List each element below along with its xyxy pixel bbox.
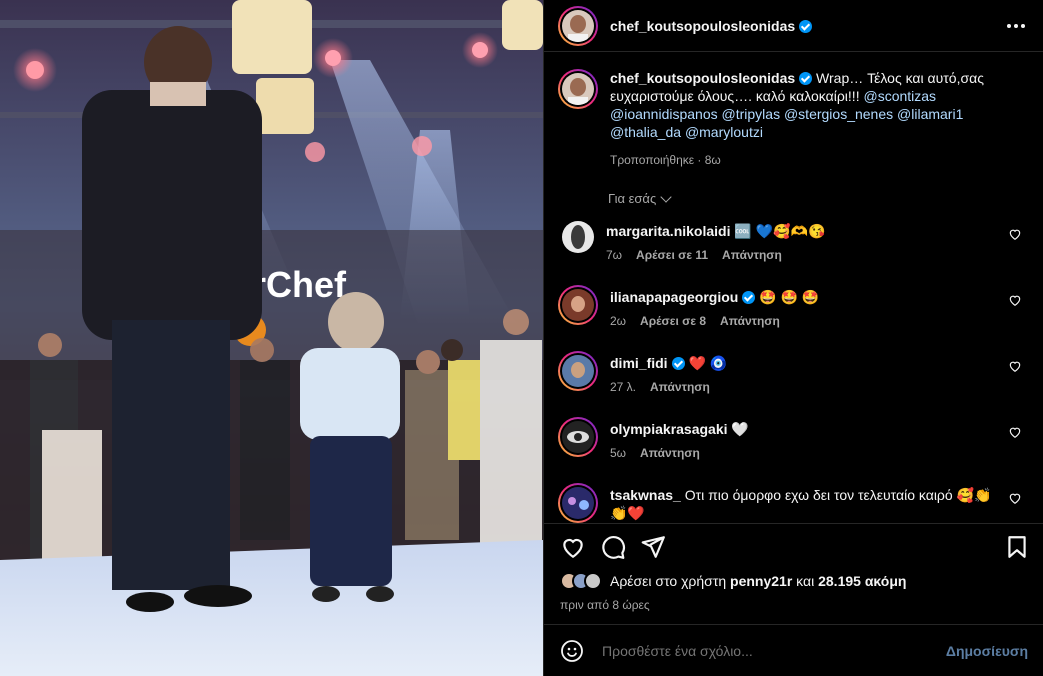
- edited-timestamp: Τροποποιήθηκε · 8ω: [610, 153, 721, 167]
- comment-text: ❤️ 🧿: [688, 355, 728, 371]
- like-heart-icon[interactable]: [560, 534, 586, 560]
- commenter-avatar[interactable]: [558, 351, 598, 391]
- comment-item: margarita.nikolaidi 🆒 💙🥰🫶😘 7ω Αρέσει σε 1…: [558, 219, 1038, 279]
- mention-link[interactable]: @scontizas: [863, 88, 936, 104]
- post-caption: chef_koutsopoulosleonidas Wrap… Τέλος κα…: [558, 69, 1028, 169]
- comment-bubble-icon[interactable]: [600, 534, 626, 560]
- reply-button[interactable]: Απάντηση: [722, 248, 782, 262]
- commenter-avatar[interactable]: [562, 221, 594, 253]
- comment-username[interactable]: dimi_fidi: [610, 355, 668, 371]
- comment-likes-link[interactable]: Αρέσει σε 8: [640, 314, 706, 328]
- post-time: πριν από 8 ώρες: [560, 598, 650, 612]
- comment-input[interactable]: [602, 642, 932, 659]
- author-username[interactable]: chef_koutsopoulosleonidas: [610, 18, 813, 34]
- post-actions-bar: [544, 523, 1043, 569]
- instagram-post-modal: erChef chef_koutsopoulosleonidas chef_ko…: [0, 0, 1043, 676]
- likes-prefix: Αρέσει στο χρήστη: [610, 573, 727, 589]
- post-photo: erChef: [0, 0, 543, 676]
- caption-author-avatar[interactable]: [558, 69, 598, 109]
- comment-body: dimi_fidi ❤️ 🧿 27 λ. Απάντηση: [610, 351, 1000, 411]
- comment-item: dimi_fidi ❤️ 🧿 27 λ. Απάντηση: [558, 351, 1038, 411]
- post-side-panel: chef_koutsopoulosleonidas chef_koutsopou…: [543, 0, 1043, 676]
- like-comment-heart-icon[interactable]: [1008, 425, 1022, 439]
- comment-body: olympiakrasagaki 🤍 5ω Απάντηση: [610, 417, 1000, 477]
- commenter-avatar-image: [562, 355, 594, 387]
- comments-scroll-area[interactable]: chef_koutsopoulosleonidas Wrap… Τέλος κα…: [544, 53, 1043, 523]
- comment-item: ilianapapageorgiou 🤩 🤩 🤩 2ω Αρέσει σε 8 Απ…: [558, 285, 1038, 345]
- reply-button[interactable]: Απάντηση: [720, 314, 780, 328]
- comment-text: 🤩 🤩 🤩: [759, 289, 820, 305]
- comment-body: tsakwnas_ Οτι πιο όμορφο εχω δει τον τελ…: [610, 483, 1000, 523]
- post-image: erChef: [0, 0, 543, 676]
- likes-count[interactable]: 28.195 ακόμη: [818, 573, 906, 589]
- reply-button[interactable]: Απάντηση: [650, 380, 710, 394]
- like-comment-heart-icon[interactable]: [1008, 359, 1022, 373]
- author-avatar[interactable]: [558, 5, 598, 46]
- author-avatar-image: [562, 9, 594, 42]
- liker-avatars: [560, 572, 602, 590]
- likes-summary[interactable]: Αρέσει στο χρήστη penny21r και 28.195 ακ…: [560, 572, 906, 590]
- mention-link[interactable]: @thalia_da: [610, 124, 681, 140]
- chevron-down-icon: [660, 190, 672, 203]
- liker-username[interactable]: penny21r: [730, 573, 792, 589]
- save-bookmark-icon[interactable]: [1004, 534, 1030, 560]
- verified-badge-icon: [799, 72, 813, 85]
- for-you-filter[interactable]: Για εσάς: [608, 190, 672, 206]
- more-options-icon[interactable]: [1004, 16, 1028, 36]
- comment-likes-link[interactable]: Αρέσει σε 11: [636, 248, 708, 262]
- likes-middle: και: [796, 573, 815, 589]
- comment-item: olympiakrasagaki 🤍 5ω Απάντηση: [558, 417, 1038, 477]
- mention-link[interactable]: @maryloutzi: [685, 124, 763, 140]
- caption-username[interactable]: chef_koutsopoulosleonidas: [610, 70, 795, 86]
- comment-body: ilianapapageorgiou 🤩 🤩 🤩 2ω Αρέσει σε 8 Απ…: [610, 285, 1000, 345]
- mention-link[interactable]: @stergios_nenes: [784, 106, 893, 122]
- commenter-avatar[interactable]: [558, 483, 598, 523]
- comment-username[interactable]: tsakwnas_: [610, 487, 681, 503]
- commenter-avatar-image: [562, 421, 594, 453]
- comment-item: tsakwnas_ Οτι πιο όμορφο εχω δει τον τελ…: [558, 483, 1038, 523]
- caption-avatar-image: [562, 73, 594, 105]
- commenter-avatar[interactable]: [558, 285, 598, 325]
- comment-time: 5ω: [610, 446, 627, 460]
- comment-time: 2ω: [610, 314, 627, 328]
- add-comment-bar: Δημοσίευση: [544, 624, 1043, 676]
- reply-button[interactable]: Απάντηση: [640, 446, 700, 460]
- verified-badge-icon: [742, 291, 756, 304]
- comment-time: 27 λ.: [610, 380, 637, 394]
- like-comment-heart-icon[interactable]: [1008, 227, 1022, 241]
- emoji-smiley-icon[interactable]: [560, 639, 584, 663]
- mention-link[interactable]: @tripylas: [722, 106, 781, 122]
- comment-username[interactable]: margarita.nikolaidi: [606, 223, 730, 239]
- publish-button[interactable]: Δημοσίευση: [946, 643, 1028, 659]
- comment-text: 🤍: [731, 421, 749, 437]
- commenter-avatar-image: [562, 487, 594, 519]
- caption-text-block: chef_koutsopoulosleonidas Wrap… Τέλος κα…: [610, 69, 1010, 169]
- verified-badge-icon: [799, 19, 813, 33]
- comment-body: margarita.nikolaidi 🆒 💙🥰🫶😘 7ω Αρέσει σε 1…: [606, 219, 996, 279]
- like-comment-heart-icon[interactable]: [1008, 491, 1022, 505]
- for-you-label[interactable]: Για εσάς: [608, 191, 656, 206]
- mention-link[interactable]: @ioannidispanos: [610, 106, 718, 122]
- commenter-avatar-image: [562, 289, 594, 321]
- comment-time: 7ω: [606, 248, 623, 262]
- mention-link[interactable]: @lilamari1: [897, 106, 963, 122]
- comment-username[interactable]: olympiakrasagaki: [610, 421, 728, 437]
- comment-text: 🆒 💙🥰🫶😘: [734, 223, 826, 239]
- comment-username[interactable]: ilianapapageorgiou: [610, 289, 738, 305]
- commenter-avatar[interactable]: [558, 417, 598, 457]
- share-send-icon[interactable]: [640, 534, 666, 560]
- like-comment-heart-icon[interactable]: [1008, 293, 1022, 307]
- verified-badge-icon: [671, 357, 685, 370]
- post-header: chef_koutsopoulosleonidas: [544, 0, 1043, 52]
